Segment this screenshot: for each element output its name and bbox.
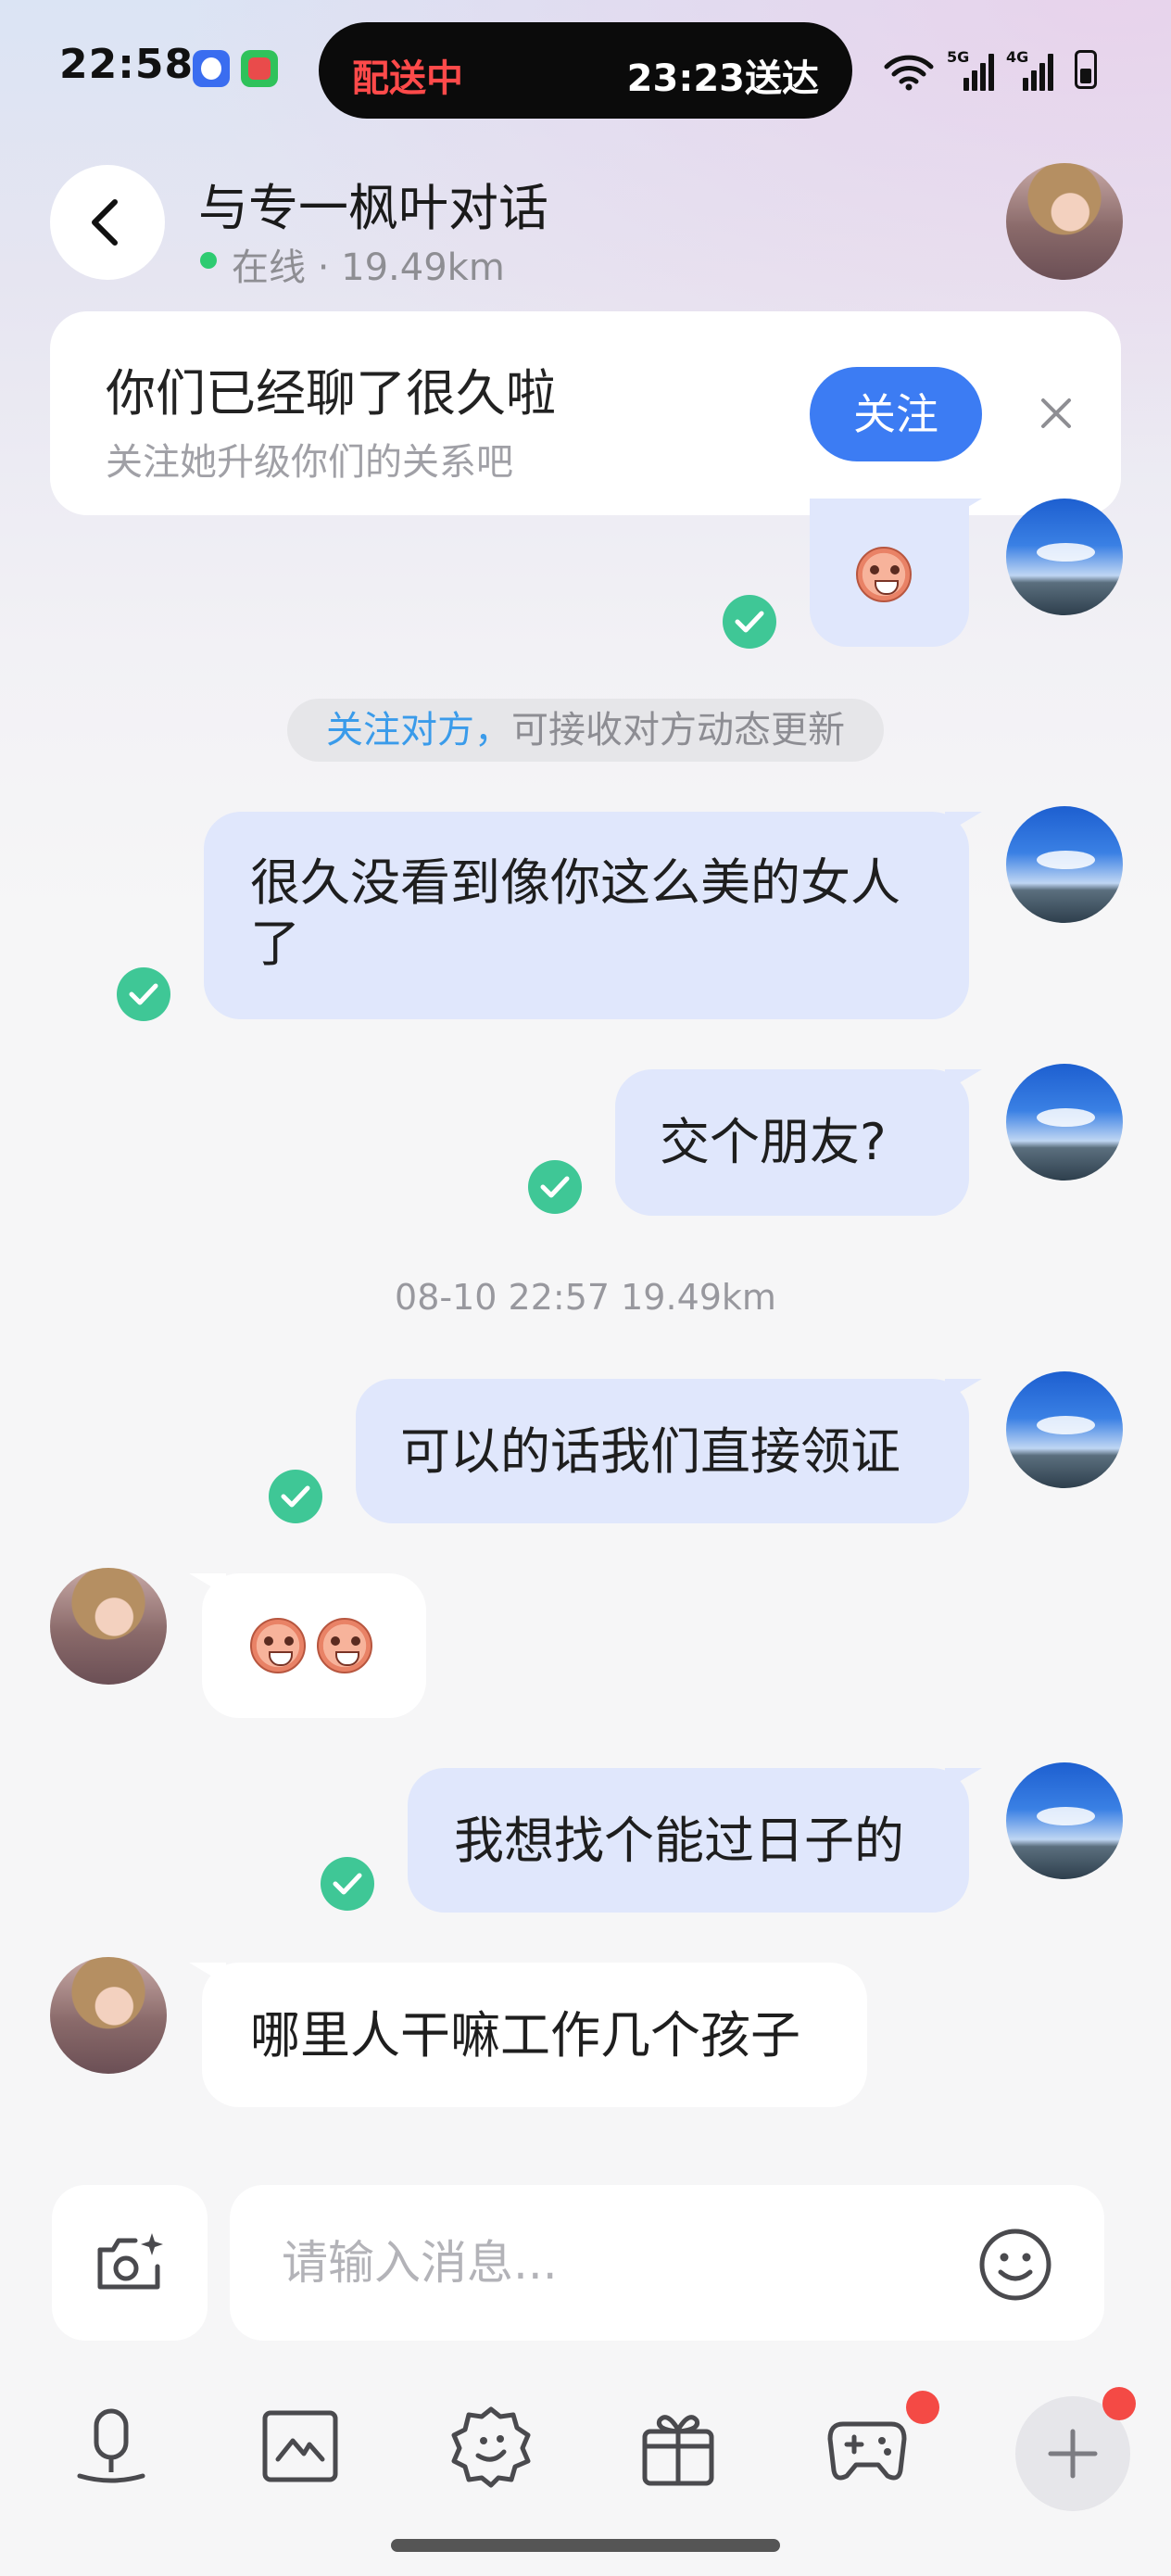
online-label: 在线 [232, 246, 306, 289]
close-icon[interactable] [1034, 391, 1078, 436]
message-text: 我想找个能过日子的 [454, 1812, 904, 1870]
image-icon[interactable] [256, 2402, 345, 2491]
read-check-icon [528, 1160, 582, 1214]
follow-notice[interactable]: 关注对方，可接收对方动态更新 [287, 699, 884, 762]
self-avatar[interactable] [1006, 1064, 1123, 1181]
message-text: 哪里人干嘛工作几个孩子 [250, 2006, 800, 2065]
gift-icon[interactable] [634, 2402, 723, 2491]
delivery-live-activity[interactable]: 配送中 23:23送达 [319, 22, 852, 119]
game-badge [906, 2391, 939, 2424]
message-input[interactable] [282, 2226, 930, 2300]
emoji-sticker-icon [317, 1618, 372, 1673]
message-bubble-sent[interactable]: 很久没看到像你这么美的女人了 [204, 812, 969, 1019]
sticker-icon[interactable] [447, 2402, 535, 2491]
status-bar: 22:58 配送中 23:23送达 5G 4G [0, 0, 1171, 139]
follow-card-subtitle: 关注她升级你们的关系吧 [106, 441, 513, 484]
contact-avatar[interactable] [50, 1568, 167, 1685]
self-avatar[interactable] [1006, 1371, 1123, 1488]
back-button[interactable] [50, 165, 165, 280]
qq-icon [193, 50, 230, 87]
system-icons: 5G 4G [884, 48, 1097, 93]
message-timestamp: 08-10 22:57 19.49km [395, 1277, 776, 1318]
self-avatar[interactable] [1006, 806, 1123, 923]
contact-avatar[interactable] [1006, 163, 1123, 280]
message-bubble-sent[interactable]: 交个朋友? [615, 1069, 969, 1216]
emoji-sticker-icon [856, 547, 912, 602]
read-check-icon [269, 1470, 322, 1523]
read-check-icon [321, 1857, 374, 1911]
self-avatar[interactable] [1006, 499, 1123, 615]
message-bubble-sent[interactable]: 可以的话我们直接领证 [356, 1379, 969, 1523]
voice-icon[interactable] [67, 2402, 156, 2491]
distance-label: · 19.49km [306, 246, 505, 289]
follow-suggestion-card: 你们已经聊了很久啦 关注她升级你们的关系吧 关注 [50, 311, 1121, 515]
message-text: 很久没看到像你这么美的女人了 [250, 853, 900, 973]
follow-button[interactable]: 关注 [810, 367, 982, 461]
online-dot-icon [200, 252, 217, 269]
delivery-eta: 23:23送达 [626, 57, 819, 100]
chat-screen: 22:58 配送中 23:23送达 5G 4G 与专一枫叶对话 在线 · 19.… [0, 0, 1171, 2576]
camera-button[interactable] [52, 2185, 208, 2341]
chevron-left-icon [92, 199, 118, 246]
game-icon[interactable] [823, 2402, 912, 2491]
more-badge [1102, 2387, 1136, 2420]
delivery-status: 配送中 [352, 57, 463, 100]
online-status: 在线 · 19.49km [232, 237, 505, 291]
message-input-box[interactable] [230, 2185, 1104, 2341]
home-indicator[interactable] [391, 2539, 780, 2552]
follow-notice-text: 可接收对方动态更新 [511, 709, 845, 751]
signal-icon: 4G [1006, 48, 1054, 91]
battery-icon [1075, 50, 1097, 89]
camera-icon [97, 2233, 163, 2290]
message-bubble-sent[interactable] [810, 499, 969, 647]
self-avatar[interactable] [1006, 1762, 1123, 1879]
contact-avatar[interactable] [50, 1957, 167, 2074]
signal-icon: 5G [947, 48, 995, 91]
wifi-icon [884, 55, 934, 91]
message-text: 可以的话我们直接领证 [400, 1422, 900, 1481]
read-check-icon [117, 967, 170, 1021]
follow-notice-link[interactable]: 关注对方， [326, 709, 511, 751]
message-bubble-received[interactable] [202, 1573, 426, 1718]
message-bubble-sent[interactable]: 我想找个能过日子的 [408, 1768, 969, 1913]
message-text: 交个朋友? [660, 1113, 887, 1171]
app-icon [241, 50, 278, 87]
emoji-sticker-icon [250, 1618, 306, 1673]
message-bubble-received[interactable]: 哪里人干嘛工作几个孩子 [202, 1963, 867, 2107]
follow-card-title: 你们已经聊了很久啦 [106, 364, 556, 423]
emoji-smile-icon[interactable] [976, 2226, 1054, 2304]
read-check-icon [723, 595, 776, 649]
status-time: 22:58 [59, 41, 195, 88]
chat-title: 与专一枫叶对话 [198, 179, 548, 237]
